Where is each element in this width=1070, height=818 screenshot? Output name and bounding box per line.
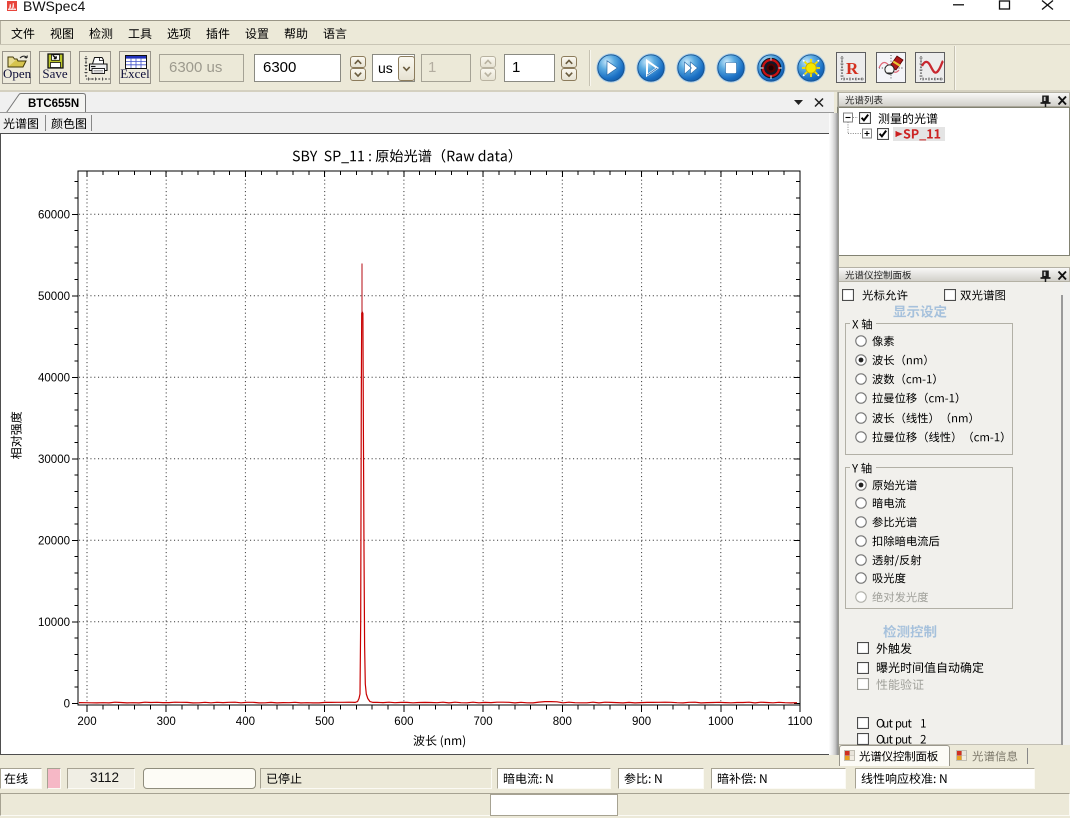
svg-text:600: 600 [394,716,413,728]
svg-text:900: 900 [632,716,651,728]
svg-text:0: 0 [64,698,70,710]
svg-text:R: R [846,59,859,78]
svg-text:50000: 50000 [38,291,70,303]
svg-text:20000: 20000 [38,535,70,547]
svg-text:200: 200 [77,716,96,728]
svg-text:10000: 10000 [38,617,70,629]
svg-text:60000: 60000 [38,209,70,221]
svg-text:1100: 1100 [788,716,813,728]
svg-text:1000: 1000 [708,716,734,728]
svg-text:30000: 30000 [38,454,70,466]
svg-text:800: 800 [553,716,572,728]
svg-text:300: 300 [157,716,176,728]
svg-text:400: 400 [236,716,255,728]
svg-text:700: 700 [474,716,493,728]
svg-text:40000: 40000 [38,372,70,384]
svg-text:500: 500 [315,716,334,728]
